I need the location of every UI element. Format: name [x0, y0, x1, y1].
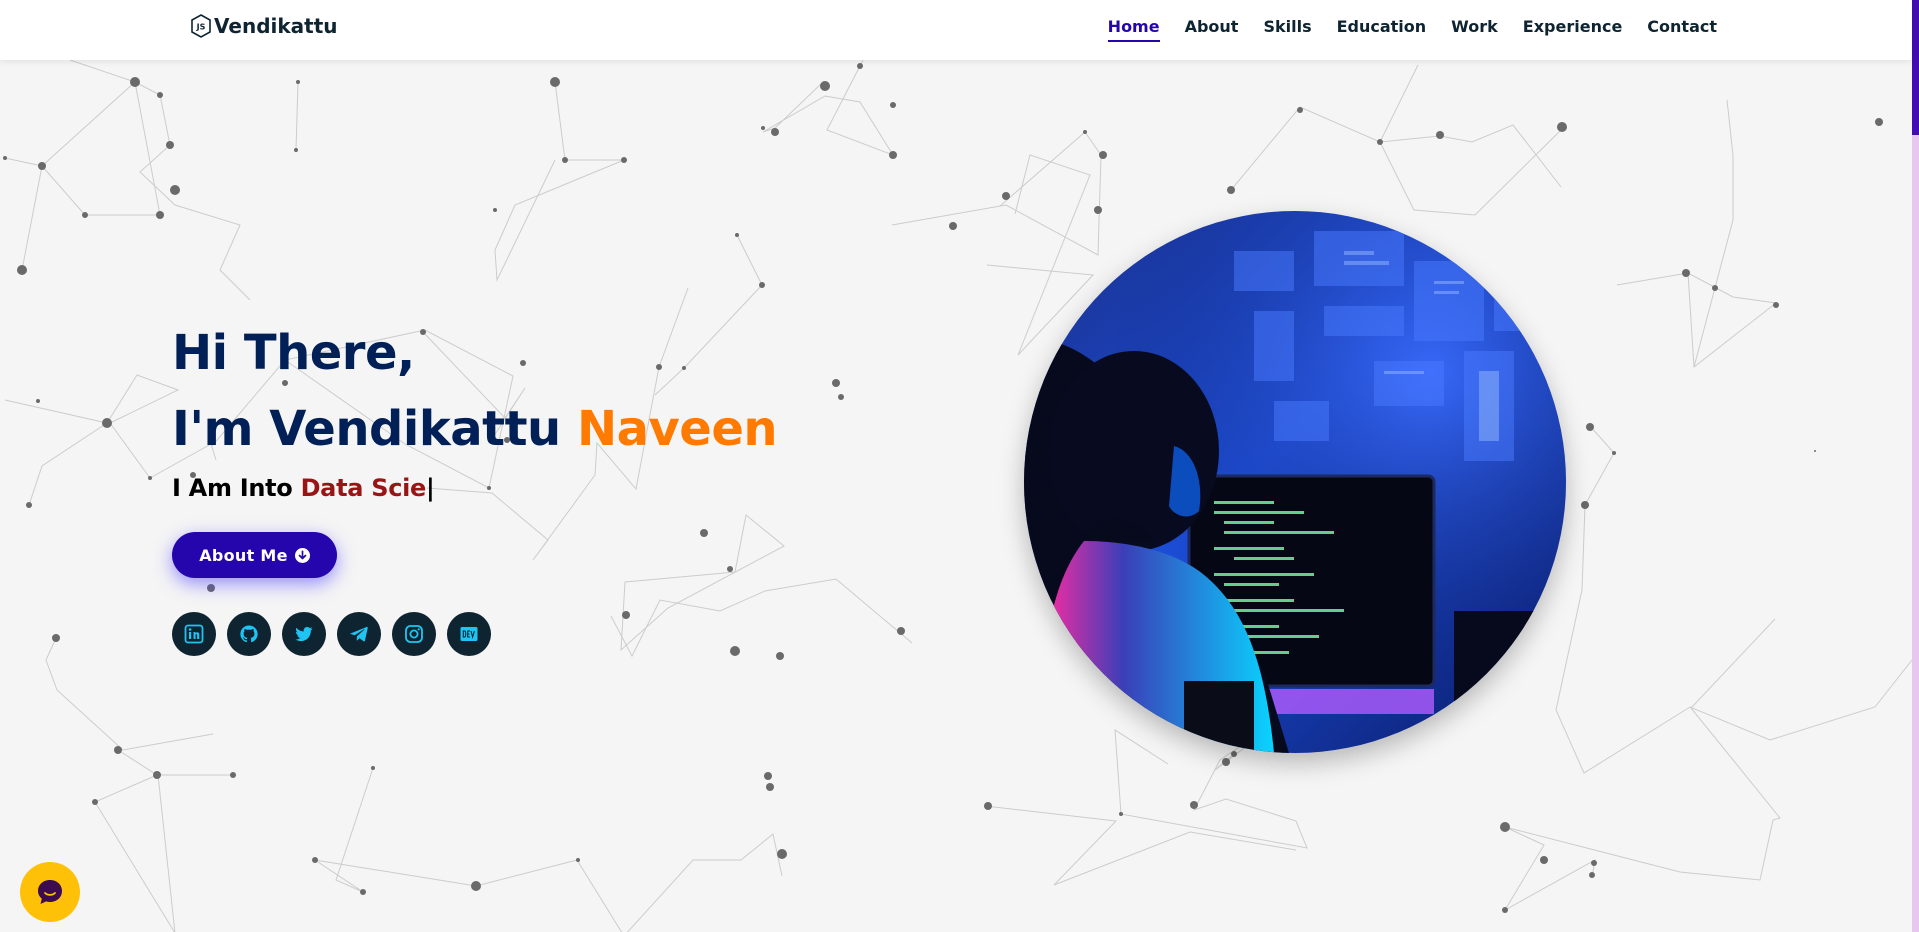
- linkedin-link[interactable]: [172, 612, 216, 656]
- hero-greeting: Hi There,: [172, 325, 415, 381]
- nav-about[interactable]: About: [1185, 17, 1239, 42]
- about-me-button[interactable]: About Me: [172, 532, 337, 578]
- nav-work[interactable]: Work: [1451, 17, 1498, 42]
- github-link[interactable]: [227, 612, 271, 656]
- hero-name-highlight: Naveen: [576, 401, 778, 457]
- twitter-link[interactable]: [282, 612, 326, 656]
- scrollbar-thumb[interactable]: [1912, 0, 1919, 135]
- developer-at-monitor-illustration: [1024, 211, 1566, 753]
- linkedin-icon: [184, 624, 204, 644]
- chat-bubble-icon: [38, 880, 62, 904]
- about-me-label: About Me: [199, 545, 288, 565]
- typed-prefix: I Am Into: [172, 474, 301, 502]
- site-header: JS Vendikattu Home About Skills Educatio…: [0, 0, 1912, 60]
- nav-education[interactable]: Education: [1337, 17, 1427, 42]
- dev-link[interactable]: [447, 612, 491, 656]
- chat-widget-button[interactable]: [20, 862, 80, 922]
- hero-intro: I'm Vendikattu Naveen: [172, 391, 778, 467]
- telegram-link[interactable]: [337, 612, 381, 656]
- main-nav: Home About Skills Education Work Experie…: [1107, 17, 1717, 42]
- instagram-icon: [405, 625, 423, 643]
- github-icon: [240, 625, 258, 643]
- javascript-hex-icon: JS: [191, 14, 211, 38]
- nav-skills[interactable]: Skills: [1263, 17, 1311, 42]
- typed-cursor: |: [426, 474, 435, 502]
- nav-contact[interactable]: Contact: [1647, 17, 1717, 42]
- typed-tagline: I Am Into Data Scie|: [172, 474, 435, 502]
- instagram-link[interactable]: [392, 612, 436, 656]
- hero-profile-image: [1024, 211, 1566, 753]
- social-links: [172, 612, 491, 656]
- hero-heading: Hi There, I'm Vendikattu Naveen: [172, 315, 778, 467]
- typed-text: Data Scie: [300, 474, 427, 502]
- telegram-icon: [350, 626, 368, 642]
- nav-experience[interactable]: Experience: [1523, 17, 1623, 42]
- logo-text: Vendikattu: [214, 14, 338, 38]
- arrow-circle-down-icon: [294, 547, 310, 563]
- hero-intro-text: I'm Vendikattu: [172, 401, 577, 457]
- twitter-icon: [295, 627, 313, 642]
- site-logo[interactable]: JS Vendikattu: [190, 14, 338, 38]
- svg-text:JS: JS: [196, 23, 206, 32]
- dev-icon: [460, 627, 478, 641]
- page-scrollbar[interactable]: [1912, 0, 1919, 932]
- nav-home[interactable]: Home: [1107, 17, 1160, 42]
